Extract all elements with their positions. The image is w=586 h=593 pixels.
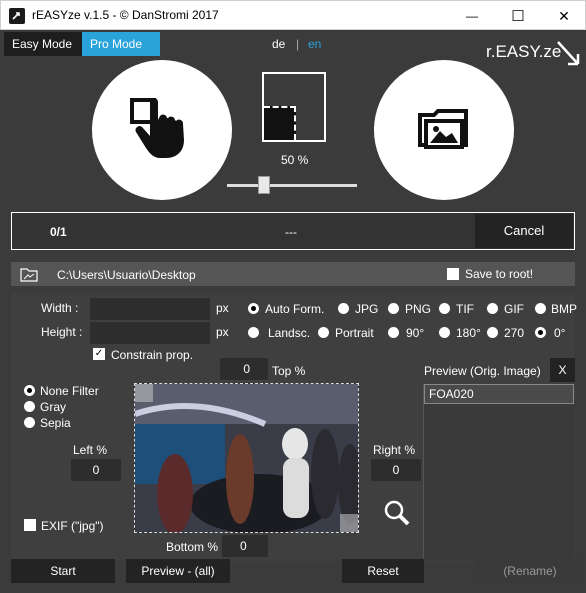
image-folder-icon [418, 109, 468, 149]
tab-easy-mode[interactable]: Easy Mode [4, 32, 82, 56]
bottom-crop-label: Bottom % [166, 540, 219, 554]
format-label-auto: Auto Form. [265, 302, 325, 316]
app-icon [9, 8, 25, 24]
height-input[interactable] [90, 322, 210, 344]
top-crop-input[interactable]: 0 [220, 358, 268, 380]
lang-separator: | [296, 37, 300, 51]
logo-text: r.EASY.ze [486, 42, 562, 61]
preview-close-button[interactable]: X [550, 358, 575, 382]
logo: r.EASY.ze [486, 42, 561, 62]
scale-slider-handle[interactable] [258, 176, 270, 194]
close-icon: ✕ [558, 7, 570, 24]
output-folder-button[interactable] [374, 60, 514, 200]
zoom-icon[interactable] [383, 499, 411, 530]
height-label: Height : [41, 325, 83, 339]
orient-radio-landscape[interactable] [248, 327, 259, 338]
hand-pointer-icon [130, 98, 184, 158]
crop-handle-top-left[interactable] [135, 384, 153, 402]
file-list-item[interactable]: FOA020 [424, 384, 574, 404]
maximize-icon: ☐ [511, 8, 525, 25]
logo-arrow-icon [556, 40, 582, 73]
format-radio-auto[interactable] [248, 303, 259, 314]
scale-preview [262, 72, 326, 142]
filter-radio-sepia[interactable] [24, 417, 35, 428]
orient-radio-0[interactable] [535, 327, 546, 338]
orient-radio-90[interactable] [388, 327, 399, 338]
scaled-area [264, 106, 296, 140]
progress-count: 0/1 [50, 225, 67, 239]
width-px-label: px [216, 301, 229, 315]
right-crop-label: Right % [373, 443, 416, 457]
format-radio-bmp[interactable] [535, 303, 546, 314]
rename-button[interactable]: (Rename) [476, 559, 584, 583]
filter-label-sepia: Sepia [40, 416, 71, 430]
width-label: Width : [41, 301, 79, 315]
orient-radio-180[interactable] [439, 327, 450, 338]
crop-handle-bottom-right[interactable] [340, 514, 358, 532]
bottom-crop-input[interactable]: 0 [222, 535, 268, 557]
folder-icon[interactable] [20, 266, 38, 285]
scale-value-label: 50 % [281, 153, 309, 167]
exif-label: EXIF ("jpg") [41, 519, 104, 533]
left-crop-label: Left % [73, 443, 108, 457]
orient-radio-portrait[interactable] [318, 327, 329, 338]
filter-label-none: None Filter [40, 384, 99, 398]
tab-pro-mode[interactable]: Pro Mode [82, 32, 160, 56]
orient-label-landscape: Landsc. [268, 326, 311, 340]
format-label-gif: GIF [504, 302, 524, 316]
close-button[interactable]: ✕ [541, 1, 586, 31]
start-button[interactable]: Start [11, 559, 115, 583]
format-radio-jpg[interactable] [338, 303, 349, 314]
preview-all-button[interactable]: Preview - (all) [126, 559, 230, 583]
format-radio-tif[interactable] [439, 303, 450, 314]
title-bar: rEASYze v.1.5 - © DanStromi 2017 — ☐ ✕ [0, 0, 586, 30]
minimize-icon: — [466, 9, 478, 23]
image-preview[interactable] [134, 383, 359, 533]
width-input[interactable] [90, 298, 210, 320]
right-crop-input[interactable]: 0 [371, 459, 421, 481]
preview-file-list [423, 384, 574, 560]
progress-status: --- [285, 225, 297, 239]
format-label-png: PNG [405, 302, 432, 316]
orient-label-180: 180° [456, 326, 481, 340]
filter-radio-none[interactable] [24, 385, 35, 396]
reset-button[interactable]: Reset [342, 559, 424, 583]
left-crop-input[interactable]: 0 [71, 459, 121, 481]
constrain-checkbox[interactable]: ✓ [93, 348, 105, 360]
save-to-root-label: Save to root! [465, 267, 534, 281]
exif-checkbox[interactable] [24, 519, 36, 531]
select-images-button[interactable] [92, 60, 232, 200]
window-title: rEASYze v.1.5 - © DanStromi 2017 [32, 8, 219, 22]
format-radio-gif[interactable] [487, 303, 498, 314]
format-label-bmp: BMP [551, 302, 578, 316]
orient-label-270: 270 [504, 326, 525, 340]
scale-slider-track[interactable] [227, 184, 357, 187]
minimize-button[interactable]: — [449, 1, 495, 31]
orient-radio-270[interactable] [487, 327, 498, 338]
orient-label-0: 0° [554, 326, 566, 340]
orient-label-portrait: Portrait [335, 326, 374, 340]
format-label-tif: TIF [456, 302, 474, 316]
format-label-jpg: JPG [355, 302, 379, 316]
filter-radio-gray[interactable] [24, 401, 35, 412]
output-path: C:\Users\Usuario\Desktop [57, 268, 196, 282]
top-crop-label: Top % [272, 364, 306, 378]
save-to-root-checkbox[interactable] [447, 268, 459, 280]
filter-label-gray: Gray [40, 400, 67, 414]
constrain-label: Constrain prop. [111, 348, 194, 362]
preview-photo [135, 384, 358, 532]
format-radio-png[interactable] [388, 303, 399, 314]
height-px-label: px [216, 325, 229, 339]
lang-en[interactable]: en [308, 37, 321, 51]
orient-label-90: 90° [406, 326, 425, 340]
maximize-button[interactable]: ☐ [495, 1, 541, 31]
preview-label: Preview (Orig. Image) [424, 364, 541, 378]
lang-de[interactable]: de [272, 37, 285, 51]
cancel-button[interactable]: Cancel [475, 214, 573, 248]
